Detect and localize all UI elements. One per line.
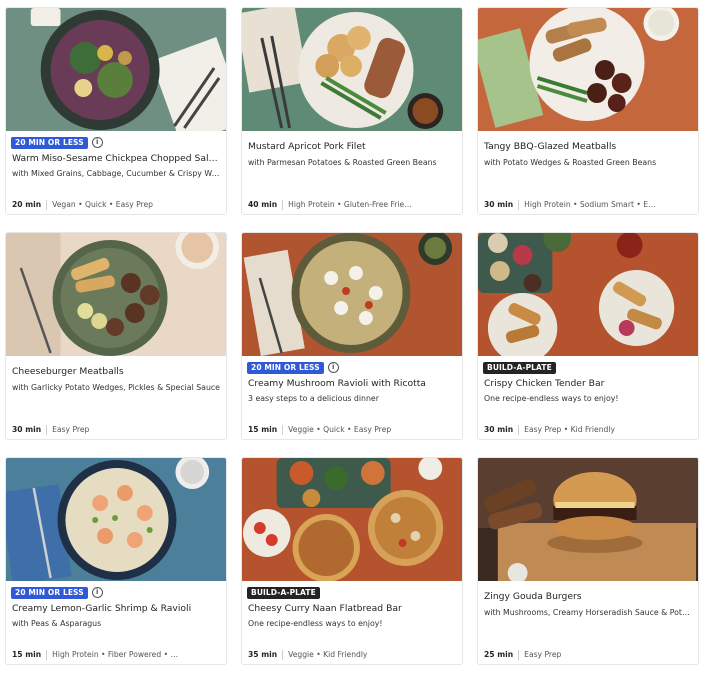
recipe-image[interactable] [6,233,226,356]
divider [46,424,48,435]
recipe-title[interactable]: Creamy Mushroom Ravioli with Ricotta [248,378,456,390]
cook-time: 30 min [12,425,42,434]
cook-time: 15 min [12,650,42,659]
cook-time: 25 min [484,650,514,659]
recipe-title[interactable]: Tangy BBQ-Glazed Meatballs [484,141,692,153]
cook-time: 15 min [248,425,278,434]
recipe-image[interactable] [6,458,226,581]
recipe-title[interactable]: Cheesy Curry Naan Flatbread Bar [248,603,456,615]
divider [282,199,284,210]
recipe-tags: High Protein • Fiber Powered • … [52,650,179,659]
badge-build-a-plate: BUILD-A-PLATE [483,361,556,374]
recipe-title[interactable]: Mustard Apricot Pork Filet [248,141,456,153]
recipe-title[interactable]: Creamy Lemon-Garlic Shrimp & Ravioli [12,603,220,615]
recipe-card[interactable]: Cheeseburger Meatballs with Garlicky Pot… [5,232,227,440]
recipe-subtitle: with Potato Wedges & Roasted Green Beans [484,158,657,167]
recipe-card[interactable]: BUILD-A-PLATE Cheesy Curry Naan Flatbrea… [241,457,463,665]
recipe-tags: Easy Prep [52,425,90,434]
recipe-title[interactable]: Zingy Gouda Burgers [484,591,692,603]
recipe-card[interactable]: Zingy Gouda Burgers with Mushrooms, Crea… [477,457,699,665]
recipe-image[interactable] [478,8,698,131]
divider [46,649,48,660]
cook-time: 35 min [248,650,278,659]
recipe-title[interactable]: Cheeseburger Meatballs [12,366,220,378]
recipe-image[interactable] [242,233,462,356]
cook-time: 40 min [248,200,278,209]
recipe-tags: High Protein • Gluten-Free Frie… [288,200,412,209]
recipe-card[interactable]: 20 MIN OR LESS i Creamy Mushroom Ravioli… [241,232,463,440]
recipe-title[interactable]: Warm Miso-Sesame Chickpea Chopped Sal… [12,153,220,165]
recipe-subtitle: 3 easy steps to a delicious dinner [248,394,379,403]
recipe-image[interactable] [478,233,698,356]
recipe-subtitle: with Mixed Grains, Cabbage, Cucumber & C… [12,169,220,178]
badge-20-min: 20 MIN OR LESS [247,361,324,374]
recipe-image[interactable] [242,8,462,131]
badge-20-min: 20 MIN OR LESS [11,586,88,599]
recipe-card[interactable]: Tangy BBQ-Glazed Meatballs with Potato W… [477,7,699,215]
recipe-title[interactable]: Crispy Chicken Tender Bar [484,378,692,390]
recipe-card[interactable]: Mustard Apricot Pork Filet with Parmesan… [241,7,463,215]
info-icon[interactable]: i [91,587,103,598]
info-icon[interactable]: i [91,137,103,148]
cook-time: 30 min [484,425,514,434]
recipe-image[interactable] [478,458,698,581]
recipe-tags: Veggie • Quick • Easy Prep [288,425,392,434]
badge-build-a-plate: BUILD-A-PLATE [247,586,320,599]
recipe-tags: Veggie • Kid Friendly [288,650,368,659]
divider [518,199,520,210]
recipe-tags: Easy Prep [524,650,562,659]
cook-time: 20 min [12,200,42,209]
recipe-card[interactable]: BUILD-A-PLATE Crispy Chicken Tender Bar … [477,232,699,440]
recipe-image[interactable] [6,8,226,131]
cook-time: 30 min [484,200,514,209]
divider [282,649,284,660]
recipe-card[interactable]: 20 MIN OR LESS i Creamy Lemon-Garlic Shr… [5,457,227,665]
divider [46,199,48,210]
recipe-subtitle: One recipe-endless ways to enjoy! [484,394,619,403]
recipe-tags: Vegan • Quick • Easy Prep [52,200,153,209]
recipe-tags: High Protein • Sodium Smart • E… [524,200,656,209]
divider [518,649,520,660]
recipe-subtitle: One recipe-endless ways to enjoy! [248,619,383,628]
recipe-image[interactable] [242,458,462,581]
recipe-subtitle: with Garlicky Potato Wedges, Pickles & S… [12,383,220,392]
divider [282,424,284,435]
recipe-subtitle: with Peas & Asparagus [12,619,102,628]
recipe-card[interactable]: 20 MIN OR LESS i Warm Miso-Sesame Chickp… [5,7,227,215]
divider [518,424,520,435]
recipe-subtitle: with Parmesan Potatoes & Roasted Green B… [248,158,437,167]
recipe-subtitle: with Mushrooms, Creamy Horseradish Sauce… [484,608,692,617]
badge-20-min: 20 MIN OR LESS [11,136,88,149]
info-icon[interactable]: i [327,362,339,373]
recipe-tags: Easy Prep • Kid Friendly [524,425,615,434]
